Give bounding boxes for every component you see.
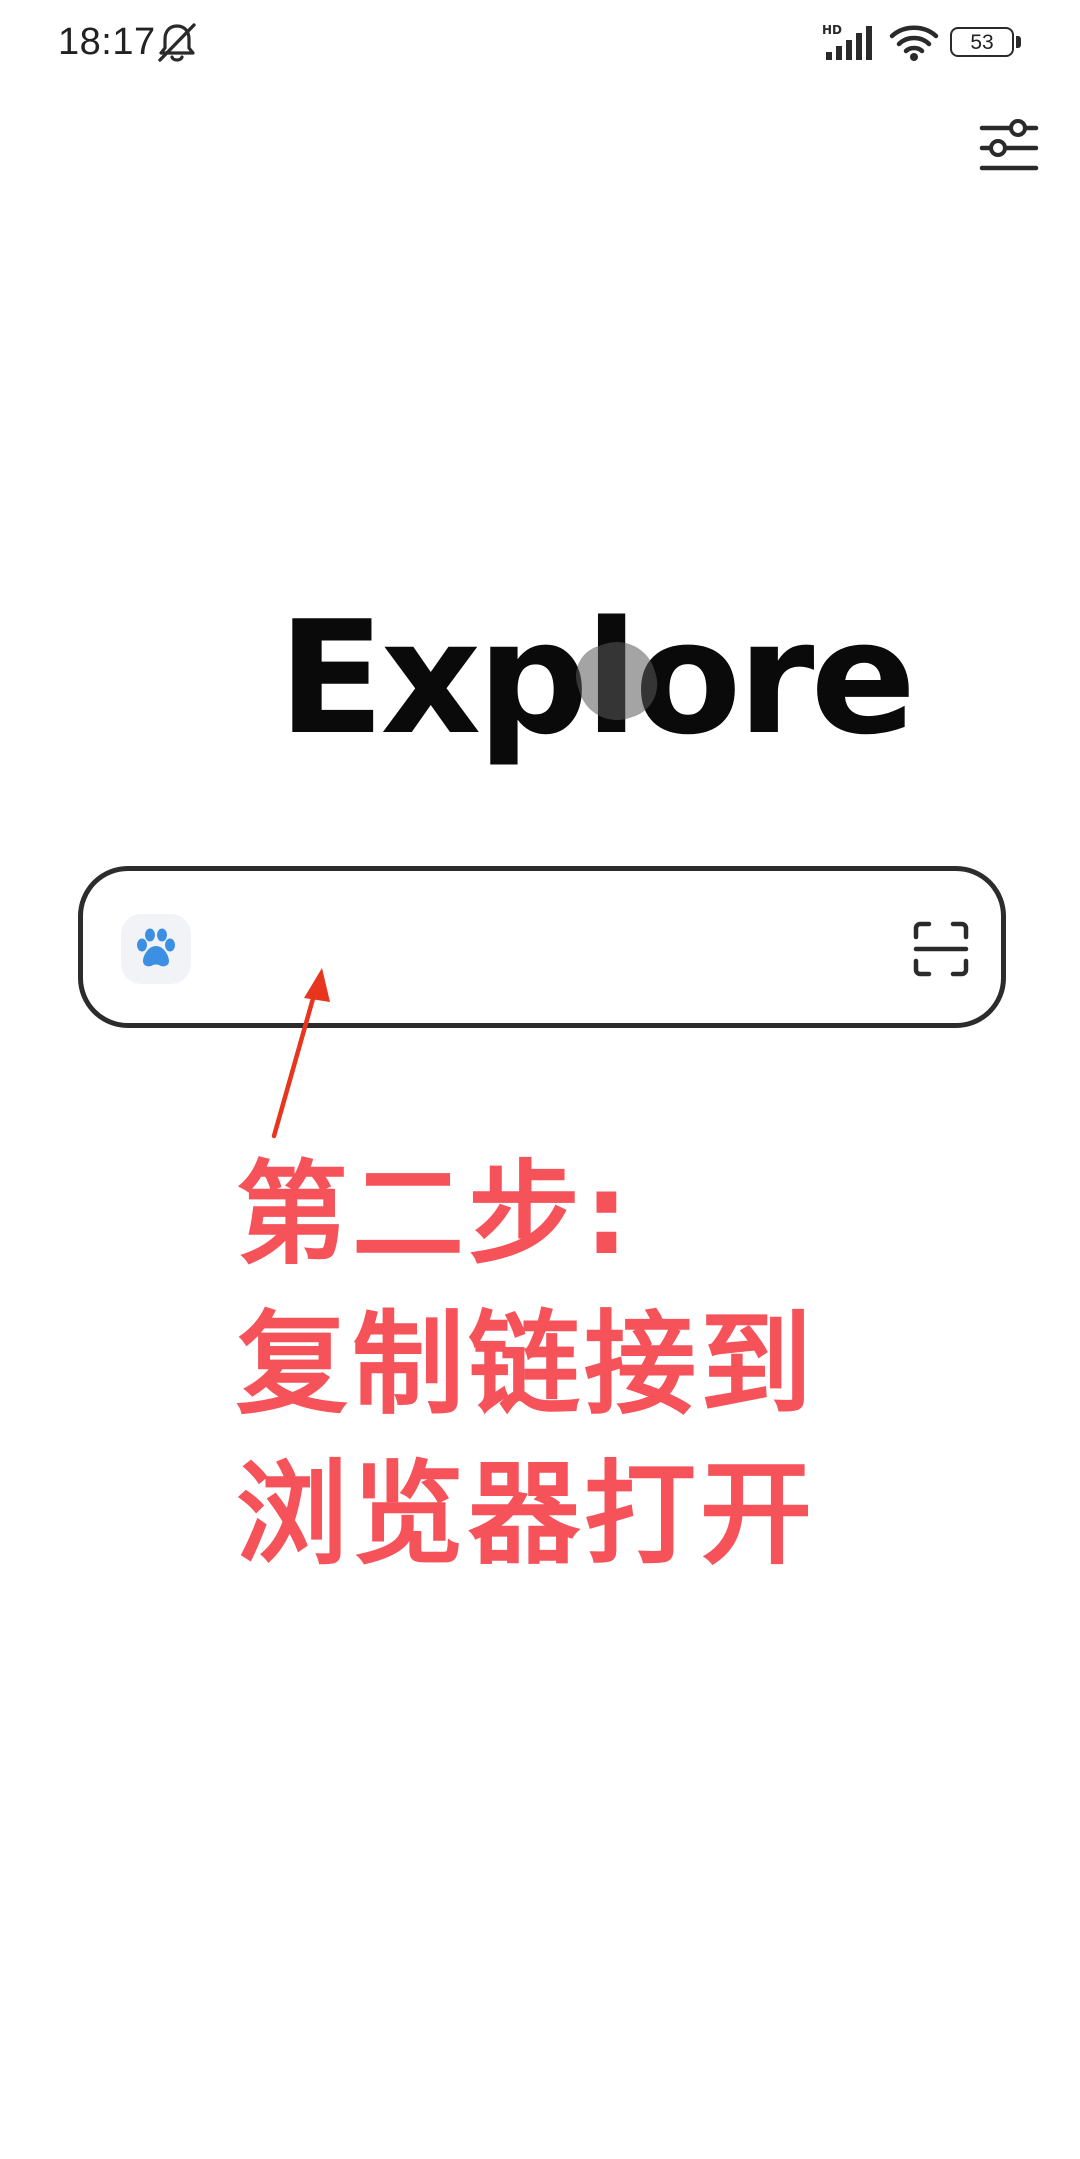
logo: Explore	[0, 588, 1080, 768]
status-time: 18:17	[58, 21, 156, 63]
battery-icon: 53	[950, 27, 1024, 59]
annotation-text: 第二步: 复制链接到 浏览器打开	[236, 1140, 996, 1590]
scan-button[interactable]	[913, 921, 969, 977]
status-bar: 18:17 HD 53	[0, 0, 1080, 84]
scan-icon	[913, 921, 969, 977]
search-box[interactable]	[78, 866, 1006, 1028]
search-engine-button[interactable]	[121, 914, 191, 984]
settings-button[interactable]	[978, 118, 1040, 178]
annotation-line-3: 浏览器打开	[236, 1450, 816, 1580]
battery-level: 53	[950, 27, 1014, 57]
annotation-arrow	[271, 968, 330, 1139]
annotation-line-2: 复制链接到	[236, 1300, 816, 1430]
sliders-icon	[979, 119, 1039, 171]
paw-icon	[137, 928, 175, 967]
wifi-icon	[889, 25, 939, 61]
svg-text:HD: HD	[822, 23, 842, 37]
hd-signal-icon: HD	[822, 23, 872, 60]
annotation-line-1: 第二步:	[236, 1150, 633, 1280]
mute-icon	[158, 23, 196, 62]
